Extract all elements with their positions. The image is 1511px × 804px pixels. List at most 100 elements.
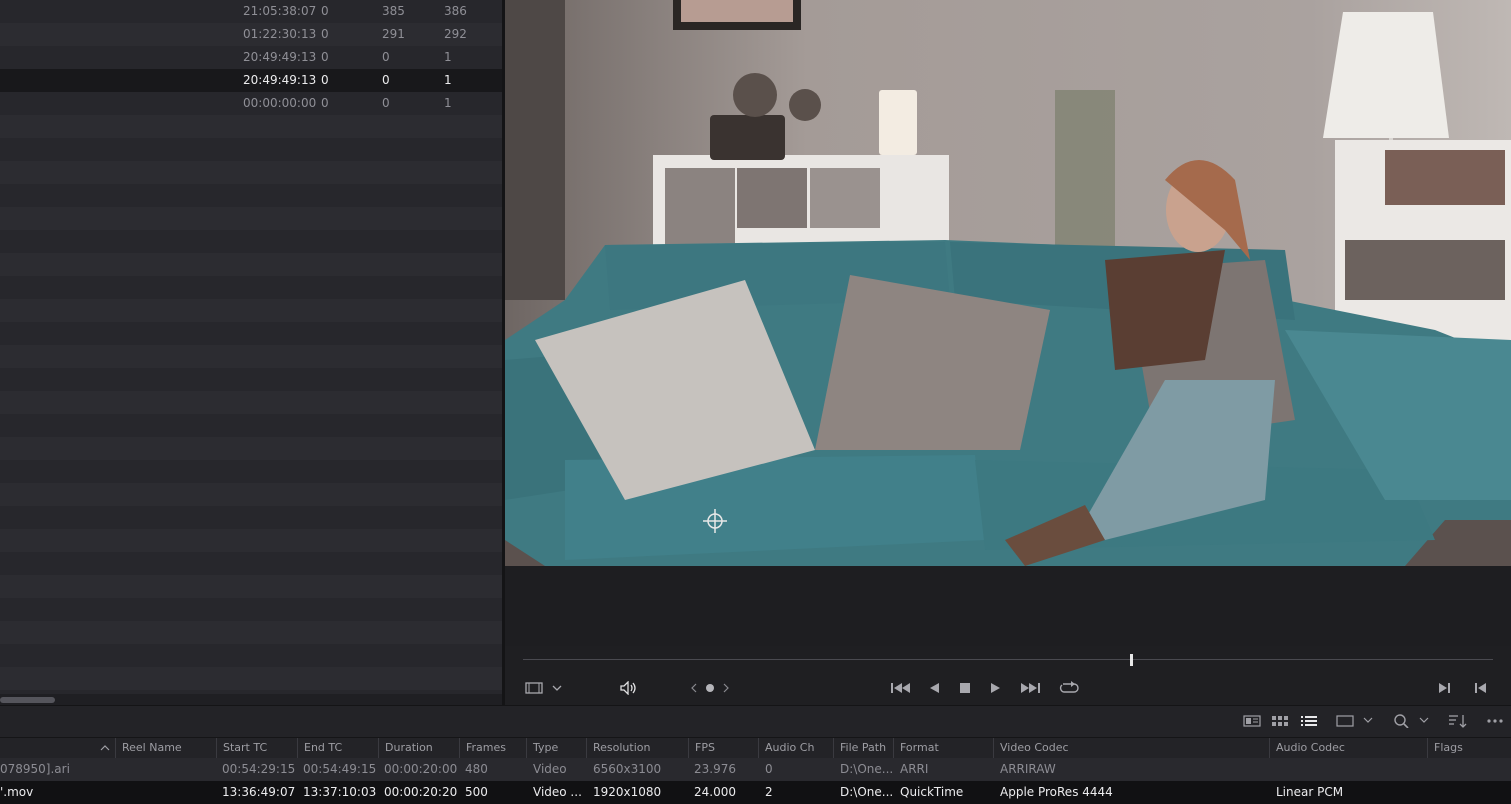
frames-cell: 500 [465, 785, 488, 799]
list-cell: 21:05:38:07 [243, 4, 317, 18]
list-item[interactable] [0, 230, 502, 253]
video-codec-cell: Apple ProRes 4444 [1000, 785, 1113, 799]
format-cell: QuickTime [900, 785, 964, 799]
column-header-duration[interactable]: Duration [378, 738, 459, 758]
column-header-reel-name[interactable]: Reel Name [115, 738, 216, 758]
column-header-type[interactable]: Type [526, 738, 586, 758]
clip-name-cell: '.mov [0, 785, 34, 799]
video-frame-image [505, 0, 1511, 566]
horizontal-scrollbar[interactable] [0, 694, 502, 705]
list-cell: 0 [321, 73, 329, 87]
list-item[interactable] [0, 483, 502, 506]
list-item[interactable]: 21:05:38:07 0 385 386 [0, 0, 502, 23]
list-item[interactable] [0, 368, 502, 391]
search-icon[interactable] [1394, 712, 1434, 730]
table-row[interactable]: '.mov 13:36:49:07 13:37:10:03 00:00:20:2… [0, 781, 1511, 804]
list-item[interactable] [0, 138, 502, 161]
list-item[interactable] [0, 184, 502, 207]
column-header-clip-name[interactable] [0, 738, 115, 758]
list-view-icon[interactable] [1301, 712, 1317, 730]
list-item[interactable] [0, 667, 502, 690]
list-item[interactable] [0, 437, 502, 460]
duration-cell: 00:00:20:20 [384, 785, 458, 799]
list-item[interactable] [0, 621, 502, 644]
list-item[interactable] [0, 391, 502, 414]
table-row[interactable]: 078950].ari 00:54:29:15 00:54:49:15 00:0… [0, 758, 1511, 781]
list-cell: 20:49:49:13 [243, 73, 317, 87]
list-item[interactable] [0, 115, 502, 138]
resolution-cell: 6560x3100 [593, 762, 662, 776]
scrub-bar[interactable] [523, 659, 1493, 660]
next-clip-icon[interactable] [1435, 678, 1453, 698]
list-item[interactable] [0, 207, 502, 230]
fps-cell: 24.000 [694, 785, 736, 799]
frames-cell: 480 [465, 762, 488, 776]
list-item[interactable] [0, 253, 502, 276]
chevron-down-icon[interactable] [550, 678, 564, 698]
list-item[interactable] [0, 644, 502, 667]
column-header-flags[interactable]: Flags [1427, 738, 1511, 758]
list-item[interactable] [0, 414, 502, 437]
list-cell: 0 [321, 50, 329, 64]
stop-icon[interactable] [956, 678, 974, 698]
end-tc-cell: 00:54:49:15 [303, 762, 377, 776]
previous-clip-icon[interactable] [1472, 678, 1490, 698]
column-header-audio-codec[interactable]: Audio Codec [1269, 738, 1427, 758]
loop-icon[interactable] [1057, 678, 1081, 698]
file-path-cell: D:\One... [840, 762, 892, 776]
filmstrip-icon[interactable] [523, 678, 545, 698]
list-item[interactable] [0, 552, 502, 575]
audio-codec-cell: Linear PCM [1276, 785, 1344, 799]
sort-icon[interactable] [1448, 712, 1468, 730]
metadata-view-icon[interactable] [1243, 712, 1261, 730]
column-header-video-codec[interactable]: Video Codec [993, 738, 1269, 758]
speaker-icon[interactable] [617, 678, 639, 698]
list-cell: 292 [444, 27, 467, 41]
column-header-format[interactable]: Format [893, 738, 993, 758]
sort-ascending-icon[interactable] [100, 744, 110, 751]
column-header-file-path[interactable]: File Path [833, 738, 893, 758]
crosshair-icon[interactable] [702, 508, 728, 534]
list-item[interactable] [0, 529, 502, 552]
list-item[interactable] [0, 506, 502, 529]
viewer-frame[interactable] [505, 0, 1511, 566]
list-cell: 0 [321, 4, 329, 18]
column-header-frames[interactable]: Frames [459, 738, 526, 758]
more-options-icon[interactable] [1486, 712, 1504, 730]
list-item[interactable] [0, 345, 502, 368]
list-item[interactable]: 00:00:00:00 0 0 1 [0, 92, 502, 115]
list-cell: 291 [382, 27, 405, 41]
list-cell: 00:00:00:00 [243, 96, 317, 110]
column-header-fps[interactable]: FPS [688, 738, 758, 758]
list-item[interactable] [0, 161, 502, 184]
list-item[interactable] [0, 299, 502, 322]
clip-size-icon[interactable] [1336, 712, 1376, 730]
list-item[interactable] [0, 276, 502, 299]
list-cell: 0 [321, 27, 329, 41]
column-header-end-tc[interactable]: End TC [297, 738, 378, 758]
play-icon[interactable] [987, 678, 1005, 698]
list-item[interactable] [0, 460, 502, 483]
thumbnail-view-icon[interactable] [1272, 712, 1288, 730]
fps-cell: 23.976 [694, 762, 736, 776]
skip-to-start-icon[interactable] [889, 678, 913, 698]
column-header-start-tc[interactable]: Start TC [216, 738, 297, 758]
skip-to-end-icon[interactable] [1018, 678, 1042, 698]
list-item[interactable]: 01:22:30:13 0 291 292 [0, 23, 502, 46]
column-header-audio-ch[interactable]: Audio Ch [758, 738, 833, 758]
list-item[interactable] [0, 322, 502, 345]
jog-wheel-icon[interactable] [688, 678, 732, 698]
play-reverse-icon[interactable] [925, 678, 943, 698]
playhead[interactable] [1130, 654, 1133, 666]
list-item[interactable]: 20:49:49:13 0 0 1 [0, 46, 502, 69]
duration-cell: 00:00:20:00 [384, 762, 458, 776]
list-cell: 0 [382, 50, 390, 64]
list-item[interactable]: 20:49:49:13 0 0 1 [0, 69, 502, 92]
list-cell: 385 [382, 4, 405, 18]
scrollbar-thumb[interactable] [0, 697, 55, 703]
list-item[interactable] [0, 575, 502, 598]
list-cell: 01:22:30:13 [243, 27, 317, 41]
list-item[interactable] [0, 598, 502, 621]
column-header-resolution[interactable]: Resolution [586, 738, 688, 758]
audio-ch-cell: 2 [765, 785, 773, 799]
